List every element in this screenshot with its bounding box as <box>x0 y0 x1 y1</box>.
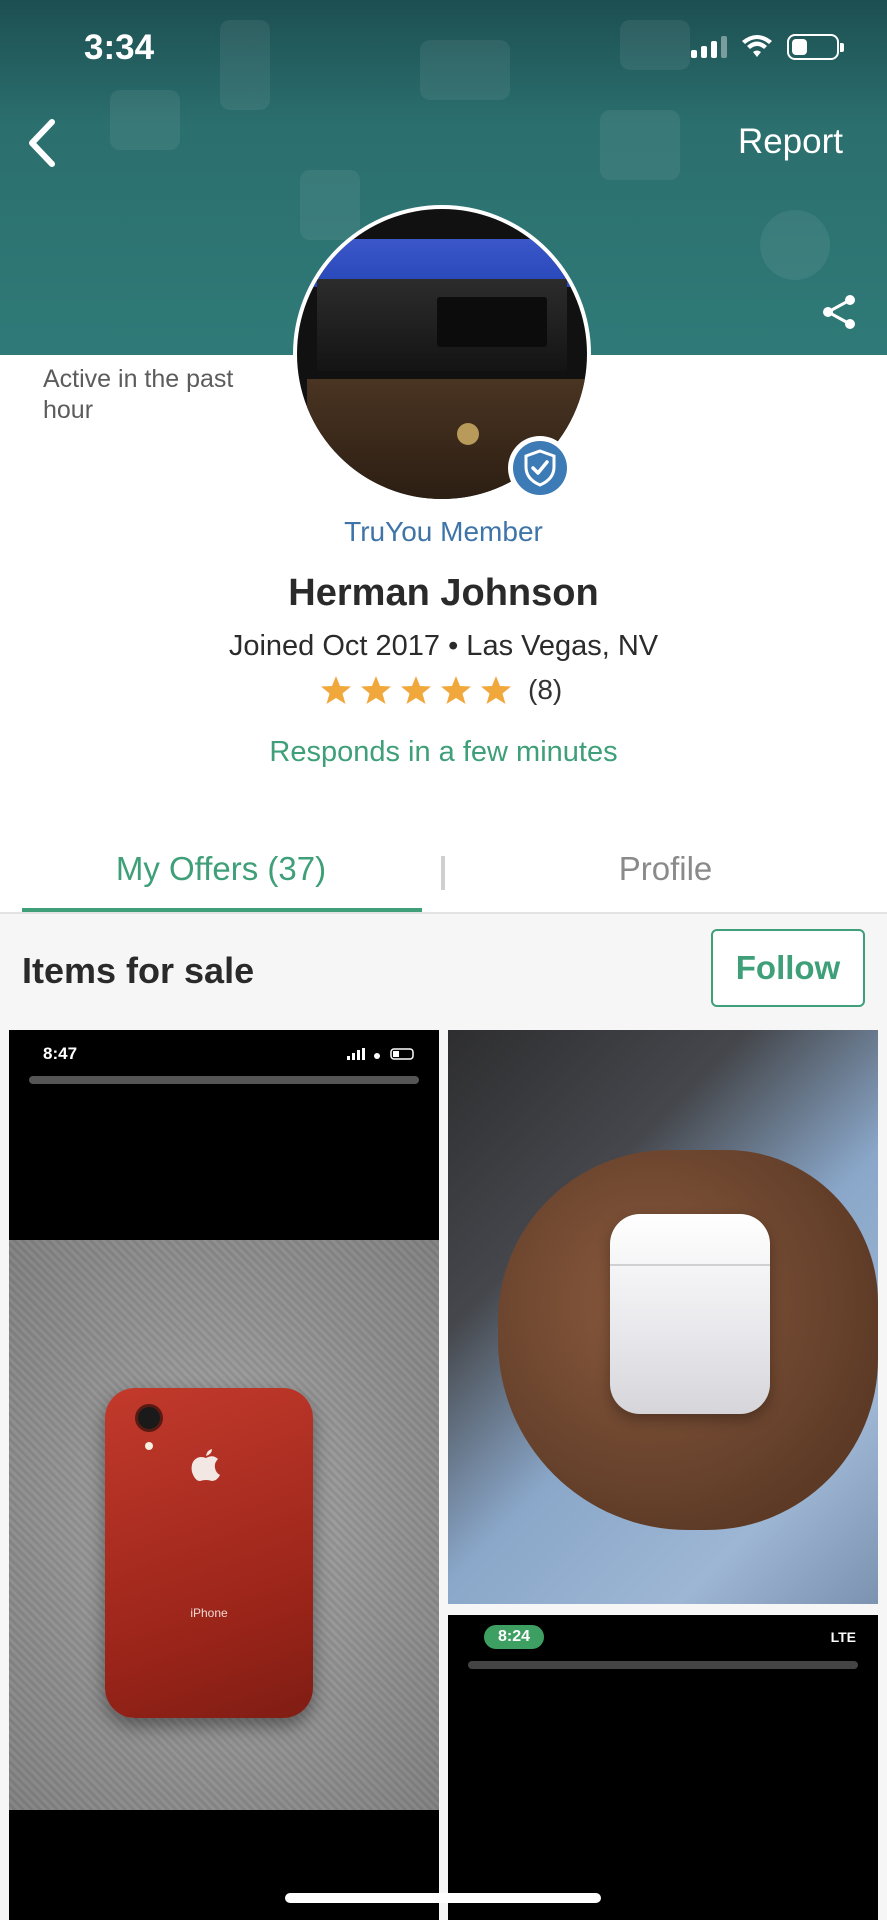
items-section: Items for sale Follow 8:47 iPhone 8:24 L… <box>0 914 887 1920</box>
rating[interactable]: (8) <box>320 674 562 706</box>
card-screenshot-bar <box>468 1661 858 1669</box>
active-status: Active in the past hour <box>43 365 234 424</box>
phone-brand-text: iPhone <box>190 1606 228 1620</box>
star-icon <box>441 676 471 704</box>
profile-tabs: My Offers (37) Profile <box>0 840 887 914</box>
bg-pattern-shape <box>620 20 690 70</box>
tab-my-offers[interactable]: My Offers (37) <box>20 850 422 888</box>
status-time: 3:34 <box>84 28 155 67</box>
truyou-member-label[interactable]: TruYou Member <box>0 516 887 548</box>
card-screenshot-bar <box>29 1076 419 1084</box>
home-indicator[interactable] <box>285 1893 601 1903</box>
verified-shield-icon <box>524 449 556 487</box>
wifi-icon <box>742 35 772 57</box>
profile-name: Herman Johnson <box>288 572 599 614</box>
bg-pattern-shape <box>220 20 270 110</box>
verified-badge <box>508 436 572 500</box>
item-card[interactable]: 8:47 iPhone <box>9 1030 439 1920</box>
report-button[interactable]: Report <box>738 122 843 162</box>
card-network-label: LTE <box>830 1629 856 1645</box>
star-icon <box>321 676 351 704</box>
bg-pattern-shape <box>300 170 360 240</box>
card-screenshot-time: 8:47 <box>43 1044 78 1063</box>
section-title: Items for sale <box>22 950 255 991</box>
battery-icon <box>787 34 844 60</box>
share-icon[interactable] <box>819 292 859 332</box>
joined-location: Joined Oct 2017 • Las Vegas, NV <box>228 630 659 662</box>
item-airpods-case-image <box>610 1214 770 1414</box>
bg-pattern-shape <box>110 90 180 150</box>
item-card[interactable] <box>448 1030 878 1604</box>
item-card[interactable]: 8:24 LTE <box>448 1615 878 1920</box>
follow-button[interactable]: Follow <box>711 929 865 1007</box>
back-chevron-icon[interactable] <box>22 116 62 170</box>
star-icon <box>481 676 511 704</box>
star-icon <box>401 676 431 704</box>
apple-logo-icon <box>191 1449 220 1481</box>
star-icon <box>361 676 391 704</box>
tab-profile[interactable]: Profile <box>444 850 887 888</box>
item-phone-image: iPhone <box>105 1388 313 1718</box>
status-icons <box>691 34 844 60</box>
card-status-icons <box>347 1048 414 1060</box>
rating-count: (8) <box>528 674 563 705</box>
bg-pattern-shape <box>420 40 510 100</box>
bg-pattern-shape <box>760 210 830 280</box>
signal-icon <box>691 36 727 58</box>
bg-pattern-shape <box>600 110 680 180</box>
response-time: Responds in a few minutes <box>269 736 618 768</box>
card-screenshot-time: 8:24 <box>484 1625 545 1649</box>
